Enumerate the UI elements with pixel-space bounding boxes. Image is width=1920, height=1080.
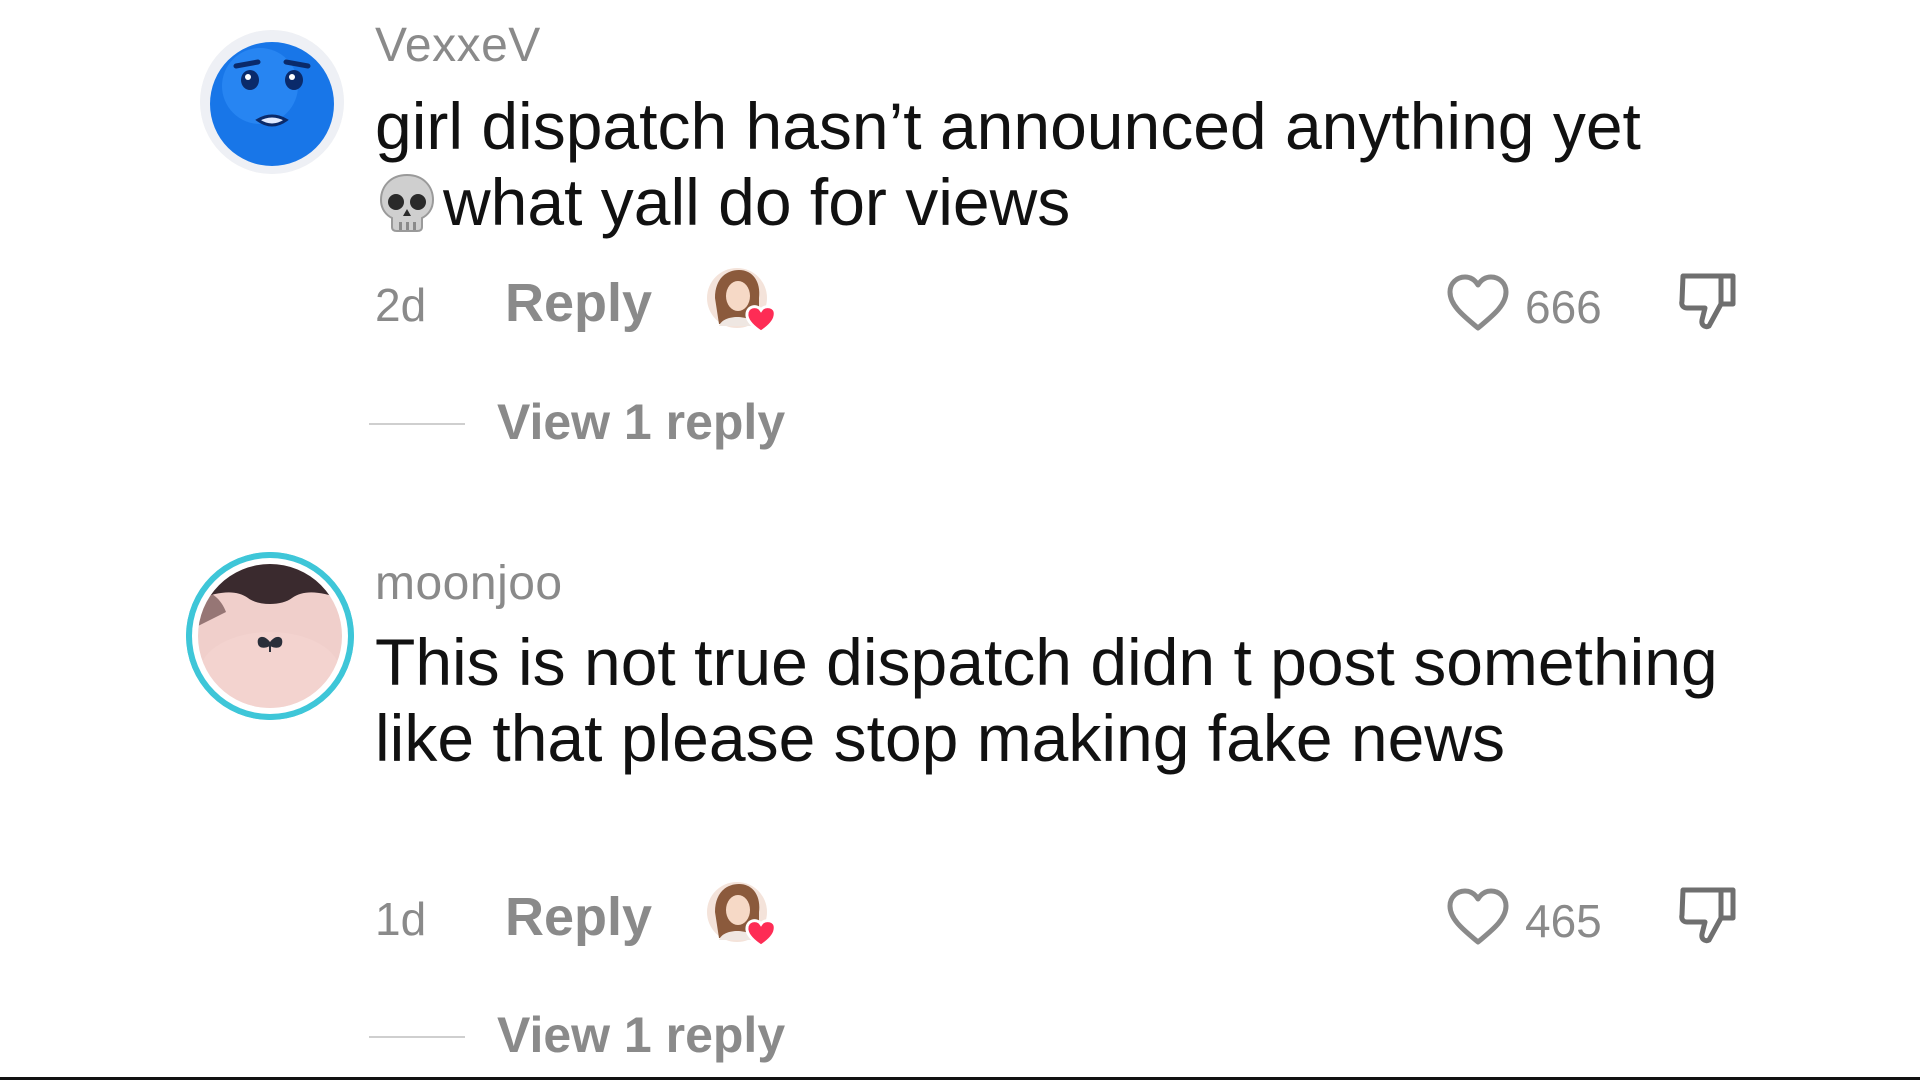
reply-button[interactable]: Reply: [505, 886, 652, 948]
avatar[interactable]: [200, 30, 344, 174]
skull-icon: [375, 171, 439, 235]
like-count: 666: [1525, 281, 1602, 333]
comment-text: girl dispatch hasn’t announced anything …: [375, 88, 1735, 240]
replies-divider-line: [369, 1036, 465, 1038]
view-replies-label: View 1 reply: [497, 1007, 786, 1063]
comment-text-continuation: what yall do for views: [443, 165, 1071, 239]
comment-age: 1d: [375, 893, 427, 945]
comment-username[interactable]: moonjoo: [375, 556, 563, 611]
comment-text-line: girl dispatch hasn’t announced anything …: [375, 89, 1641, 163]
heart-outline-icon: [1447, 888, 1509, 945]
creator-liked-badge: [705, 264, 781, 340]
thumbs-down-icon[interactable]: [1675, 268, 1741, 334]
comments-screen: VexxeV girl dispatch hasn’t announced an…: [0, 0, 1920, 1080]
comment-meta: 1d Reply 465: [375, 882, 1745, 952]
butterfly-tattoo-avatar-icon: [186, 552, 354, 720]
blue-emoji-avatar-icon: [200, 30, 344, 174]
like-count: 465: [1525, 895, 1602, 947]
view-replies-label: View 1 reply: [497, 394, 786, 450]
thumbs-down-icon[interactable]: [1675, 882, 1741, 948]
creator-liked-badge: [705, 878, 781, 954]
replies-divider-line: [369, 423, 465, 425]
comment-age: 2d: [375, 279, 427, 331]
comment-meta: 2d Reply 666: [375, 268, 1745, 338]
comment-text-line: what yall do for views: [375, 164, 1735, 240]
comment-text: This is not true dispatch didn t post so…: [375, 625, 1718, 775]
comment-username[interactable]: VexxeV: [375, 18, 541, 73]
reply-button[interactable]: Reply: [505, 272, 652, 334]
avatar[interactable]: [186, 552, 354, 720]
heart-outline-icon: [1447, 274, 1509, 331]
